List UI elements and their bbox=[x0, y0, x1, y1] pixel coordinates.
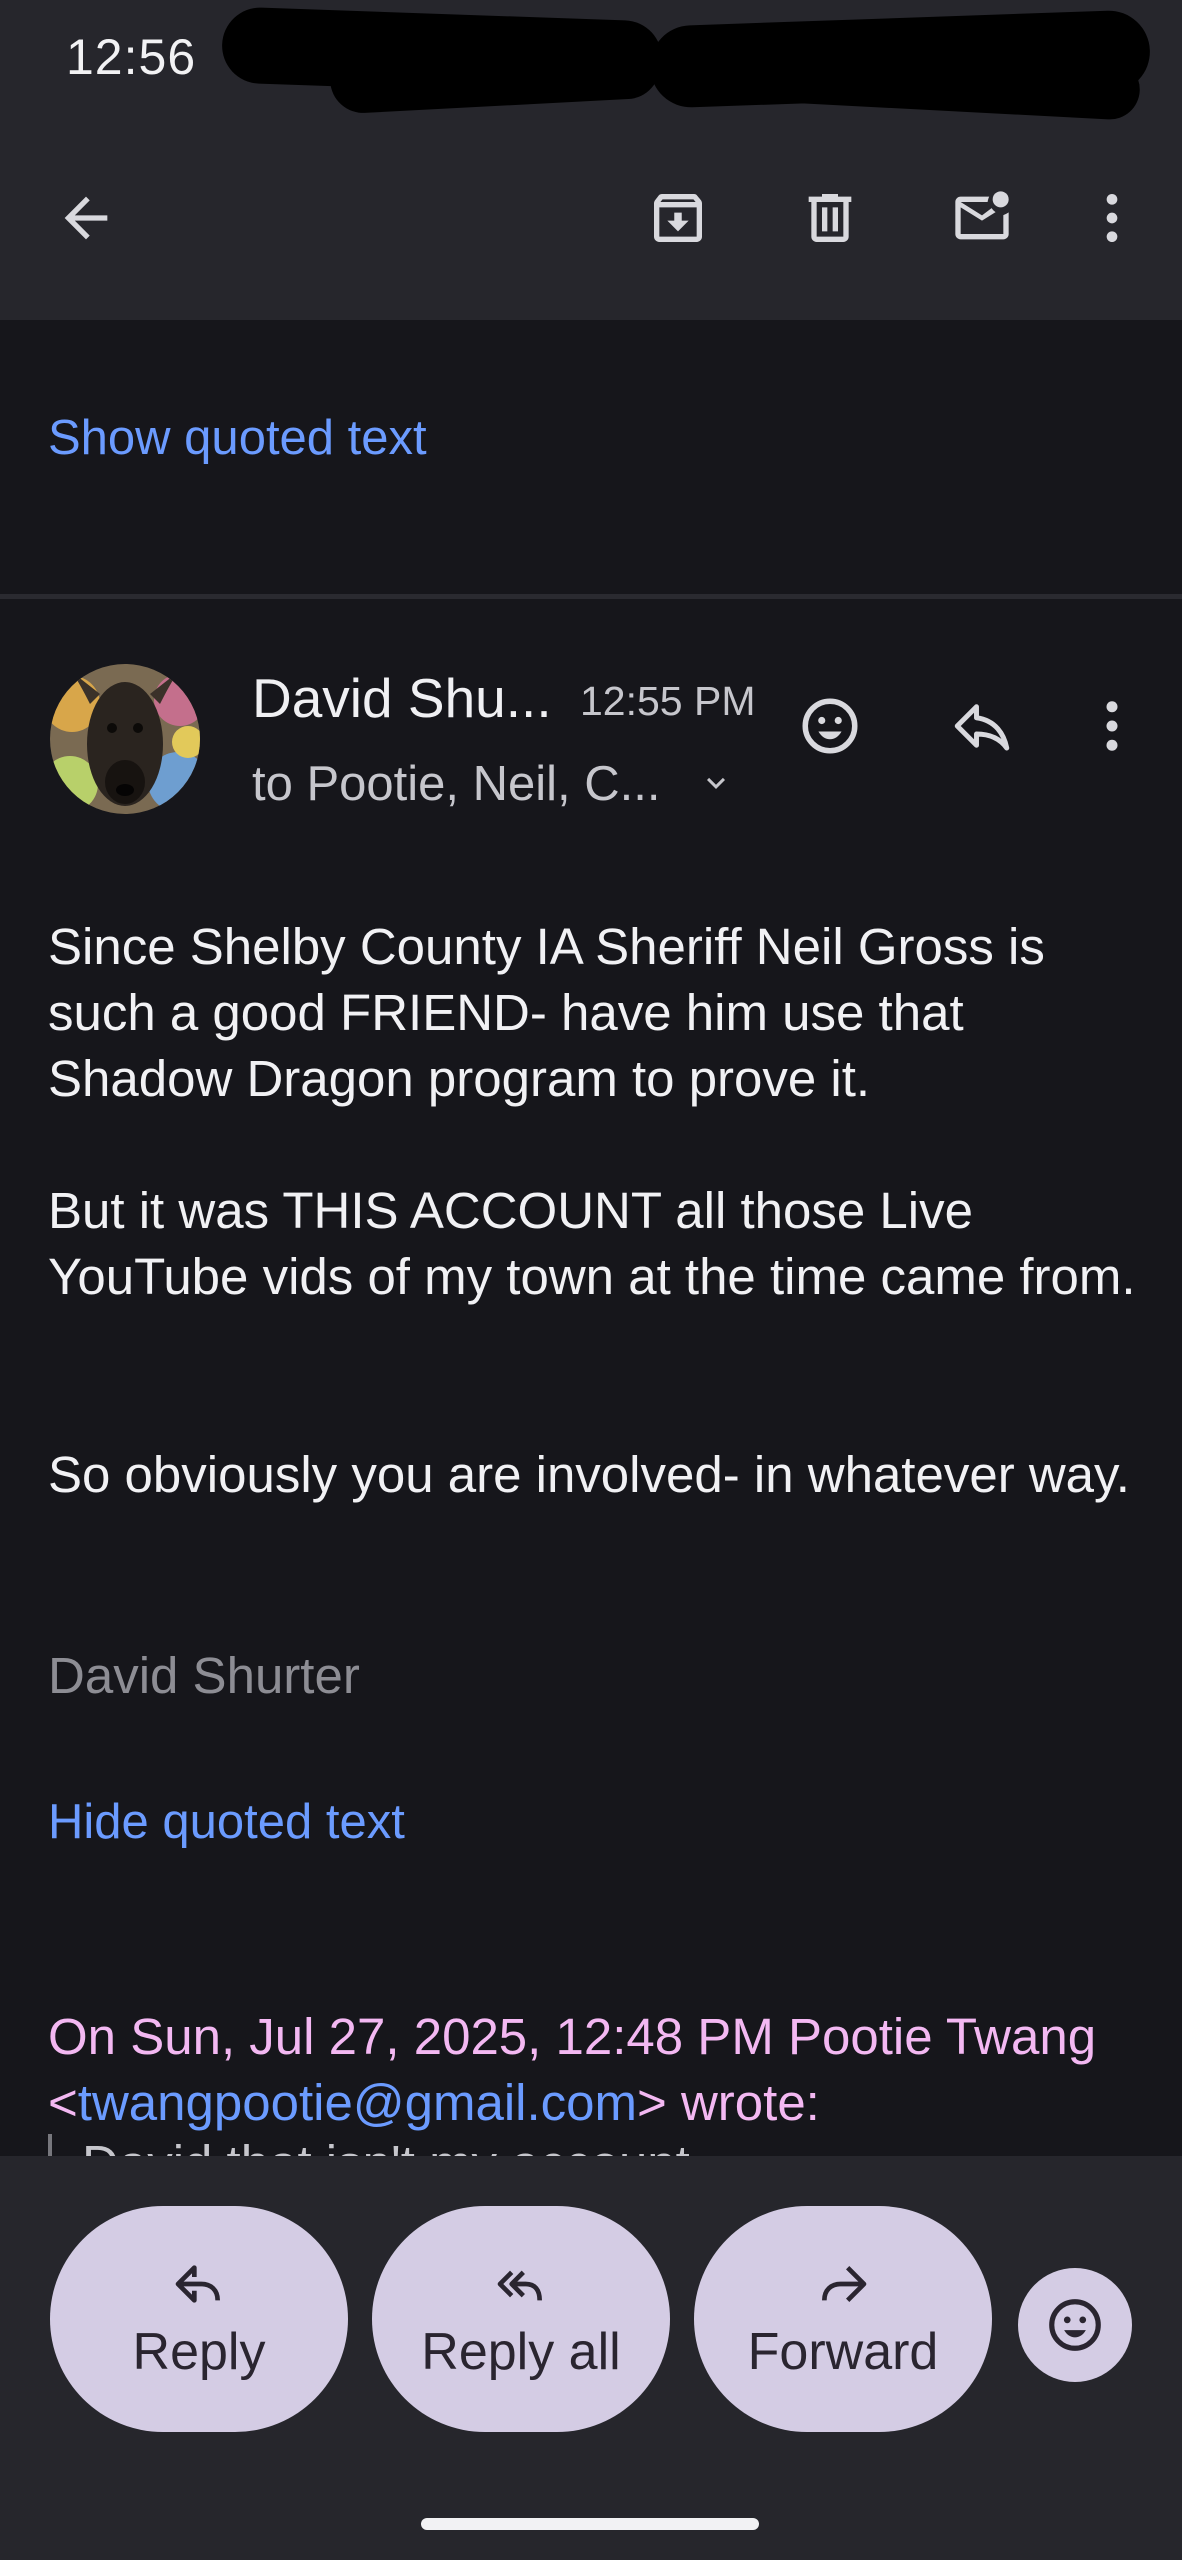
chevron-down-icon[interactable] bbox=[698, 765, 734, 801]
message-divider bbox=[0, 594, 1182, 599]
more-vert-icon[interactable] bbox=[1074, 180, 1150, 256]
add-reaction-icon[interactable] bbox=[792, 688, 868, 764]
emoji-reaction-button[interactable] bbox=[1018, 2268, 1132, 2382]
message-paragraph: But it was THIS ACCOUNT all those Live Y… bbox=[48, 1182, 1136, 1305]
message-paragraph: So obviously you are involved- in whatev… bbox=[48, 1446, 1130, 1503]
sender-name[interactable]: David Shu... bbox=[252, 666, 552, 730]
forward-icon bbox=[822, 2266, 867, 2302]
forward-button-label: Forward bbox=[747, 2323, 939, 2381]
reply-all-icon bbox=[497, 2270, 542, 2301]
reply-all-button-label: Reply all bbox=[421, 2323, 621, 2381]
hide-quoted-text-link[interactable]: Hide quoted text bbox=[48, 1794, 405, 1850]
quote-email-link[interactable]: twangpootie@gmail.com bbox=[78, 2074, 637, 2131]
archive-icon[interactable] bbox=[640, 180, 716, 256]
emoji-icon bbox=[1049, 2299, 1101, 2351]
show-quoted-text-link[interactable]: Show quoted text bbox=[48, 410, 427, 466]
mark-unread-icon[interactable] bbox=[944, 180, 1020, 256]
recipients-summary[interactable]: to Pootie, Neil, C... bbox=[252, 756, 661, 812]
signature: David Shurter bbox=[48, 1647, 360, 1704]
message-time: 12:55 PM bbox=[580, 678, 756, 724]
message-more-icon[interactable] bbox=[1074, 688, 1150, 764]
status-bar: 12:56 bbox=[0, 0, 1182, 121]
message-paragraph: Since Shelby County IA Sheriff Neil Gros… bbox=[48, 918, 1045, 1107]
reply-icon[interactable] bbox=[944, 688, 1020, 764]
quote-attribution-suffix: > wrote: bbox=[637, 2074, 820, 2131]
forward-button[interactable]: Forward bbox=[694, 2206, 992, 2432]
conversation-content: Show quoted text David Shu... 12:55 PM t… bbox=[0, 320, 1182, 2156]
reply-button-label: Reply bbox=[132, 2323, 266, 2381]
avatar[interactable] bbox=[50, 664, 200, 814]
reply-button[interactable]: Reply bbox=[50, 2206, 348, 2432]
back-arrow-icon[interactable] bbox=[48, 180, 124, 256]
delete-icon[interactable] bbox=[792, 180, 868, 256]
home-indicator[interactable] bbox=[421, 2518, 759, 2530]
top-app-bar bbox=[0, 120, 1182, 320]
bottom-action-bar: Reply Reply all Forward bbox=[0, 2156, 1182, 2560]
reply-all-button[interactable]: Reply all bbox=[372, 2206, 670, 2432]
status-time: 12:56 bbox=[66, 29, 197, 85]
reply-icon bbox=[175, 2265, 220, 2303]
quoted-text: David that isn't my account... bbox=[48, 2134, 1182, 2156]
quote-attribution: On Sun, Jul 27, 2025, 12:48 PM Pootie Tw… bbox=[48, 2004, 1148, 2136]
